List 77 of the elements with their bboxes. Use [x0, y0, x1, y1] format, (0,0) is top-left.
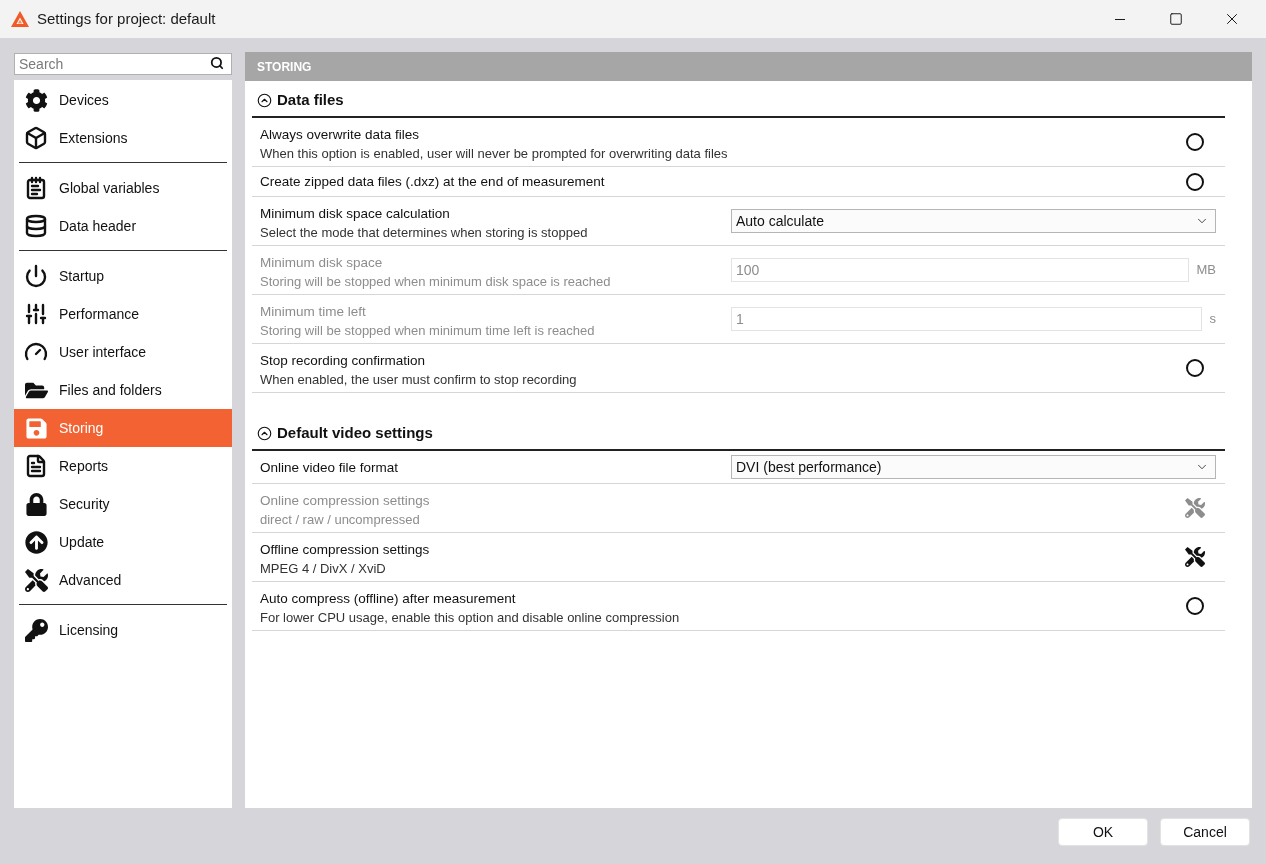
dropdown[interactable]: Auto calculate — [731, 209, 1216, 233]
section-title: Default video settings — [277, 422, 433, 443]
sidebar-item[interactable]: Data header — [14, 207, 232, 245]
sidebar-label: User interface — [59, 342, 147, 362]
sidebar-item[interactable]: Extensions — [14, 119, 232, 157]
sidebar-item[interactable]: Startup — [14, 257, 232, 295]
setting-label: Auto compress (offline) after measurement — [260, 590, 517, 608]
sidebar-label: Performance — [59, 304, 140, 324]
setting-description: For lower CPU usage, enable this option and disable online compression — [260, 609, 681, 627]
setting-label: Online compression settings — [260, 492, 431, 510]
key-icon — [24, 618, 48, 642]
setting-description: MPEG 4 / DivX / XviD — [260, 560, 387, 578]
notepad-icon — [24, 176, 48, 200]
radio-button[interactable] — [1186, 359, 1204, 377]
setting-description: When this option is enabled, user will never be prompted for overwriting data files — [260, 145, 729, 163]
lock-icon — [24, 492, 48, 516]
setting-label: Minimum disk space calculation — [260, 205, 451, 223]
chevron-up-circle-icon[interactable] — [257, 425, 272, 441]
setting-description: When enabled, the user must confirm to stop recording — [260, 371, 578, 389]
setting-label: Minimum disk space — [260, 254, 384, 272]
sidebar-item[interactable]: Advanced — [14, 561, 232, 599]
radio-button[interactable] — [1186, 172, 1204, 191]
sidebar-item[interactable]: Devices — [14, 81, 232, 119]
setting-description: Select the mode that determines when storing is stopped — [260, 224, 589, 242]
database-icon — [24, 214, 48, 238]
power-icon — [24, 264, 48, 288]
sidebar-item[interactable]: User interface — [14, 333, 232, 371]
sidebar-item[interactable]: Update — [14, 523, 232, 561]
triangle-logo-icon — [11, 11, 29, 27]
sidebar-item[interactable]: Licensing — [14, 611, 232, 649]
cube-icon — [24, 126, 48, 150]
sidebar-label: Reports — [59, 456, 109, 476]
document-icon — [24, 454, 48, 478]
setting-description: direct / raw / uncompressed — [260, 511, 421, 529]
dialog-button[interactable]: Cancel — [1160, 818, 1250, 846]
unit-label: MB — [1196, 261, 1216, 280]
sidebar-item[interactable]: Reports — [14, 447, 232, 485]
sidebar-label: Storing — [59, 418, 104, 438]
radio-button[interactable] — [1186, 133, 1204, 151]
sidebar-label: Security — [59, 494, 110, 514]
sidebar-label: Data header — [59, 216, 137, 236]
setting-label: Minimum time left — [260, 303, 367, 321]
sidebar-label: Licensing — [59, 620, 119, 640]
sidebar-item[interactable]: Files and folders — [14, 371, 232, 409]
sliders-icon — [24, 302, 48, 326]
setting-label: Stop recording confirmation — [260, 352, 427, 370]
sidebar-label: Devices — [59, 90, 109, 110]
dialog-button[interactable]: OK — [1058, 818, 1148, 846]
chevron-up-circle-icon[interactable] — [257, 92, 272, 108]
dropdown[interactable]: DVI (best performance) — [731, 455, 1216, 479]
sidebar-item[interactable]: Security — [14, 485, 232, 523]
section-title: Data files — [277, 89, 344, 110]
minimize-icon — [1115, 18, 1125, 20]
tools-icon[interactable] — [1185, 547, 1205, 567]
setting-label: Offline compression settings — [260, 541, 431, 559]
setting-label: Always overwrite data files — [260, 126, 421, 144]
sidebar-label: Startup — [59, 266, 105, 286]
window-title: Settings for project: default — [37, 8, 216, 29]
sidebar-label: Global variables — [59, 178, 160, 198]
setting-label: Create zipped data files (.dxz) at the end of measurement — [260, 173, 606, 191]
setting-description: Storing will be stopped when minimum disk space is reached — [260, 273, 612, 291]
panel-title: STORING — [257, 58, 312, 76]
sidebar-label: Advanced — [59, 570, 122, 590]
sidebar-label: Update — [59, 532, 105, 552]
sidebar-label: Extensions — [59, 128, 128, 148]
maximize-icon — [1169, 12, 1183, 26]
sidebar-label: Files and folders — [59, 380, 162, 400]
radio-button[interactable] — [1186, 597, 1204, 615]
tools-icon — [24, 568, 48, 592]
setting-label: Online video file format — [260, 458, 400, 477]
unit-label: s — [1209, 310, 1216, 329]
sidebar-item[interactable]: Global variables — [14, 169, 232, 207]
gear-icon — [24, 88, 48, 112]
setting-description: Storing will be stopped when minimum time left is reached — [260, 322, 596, 340]
search-icon — [210, 56, 224, 70]
search-field[interactable]: Search — [14, 53, 232, 75]
sidebar-item[interactable]: Performance — [14, 295, 232, 333]
